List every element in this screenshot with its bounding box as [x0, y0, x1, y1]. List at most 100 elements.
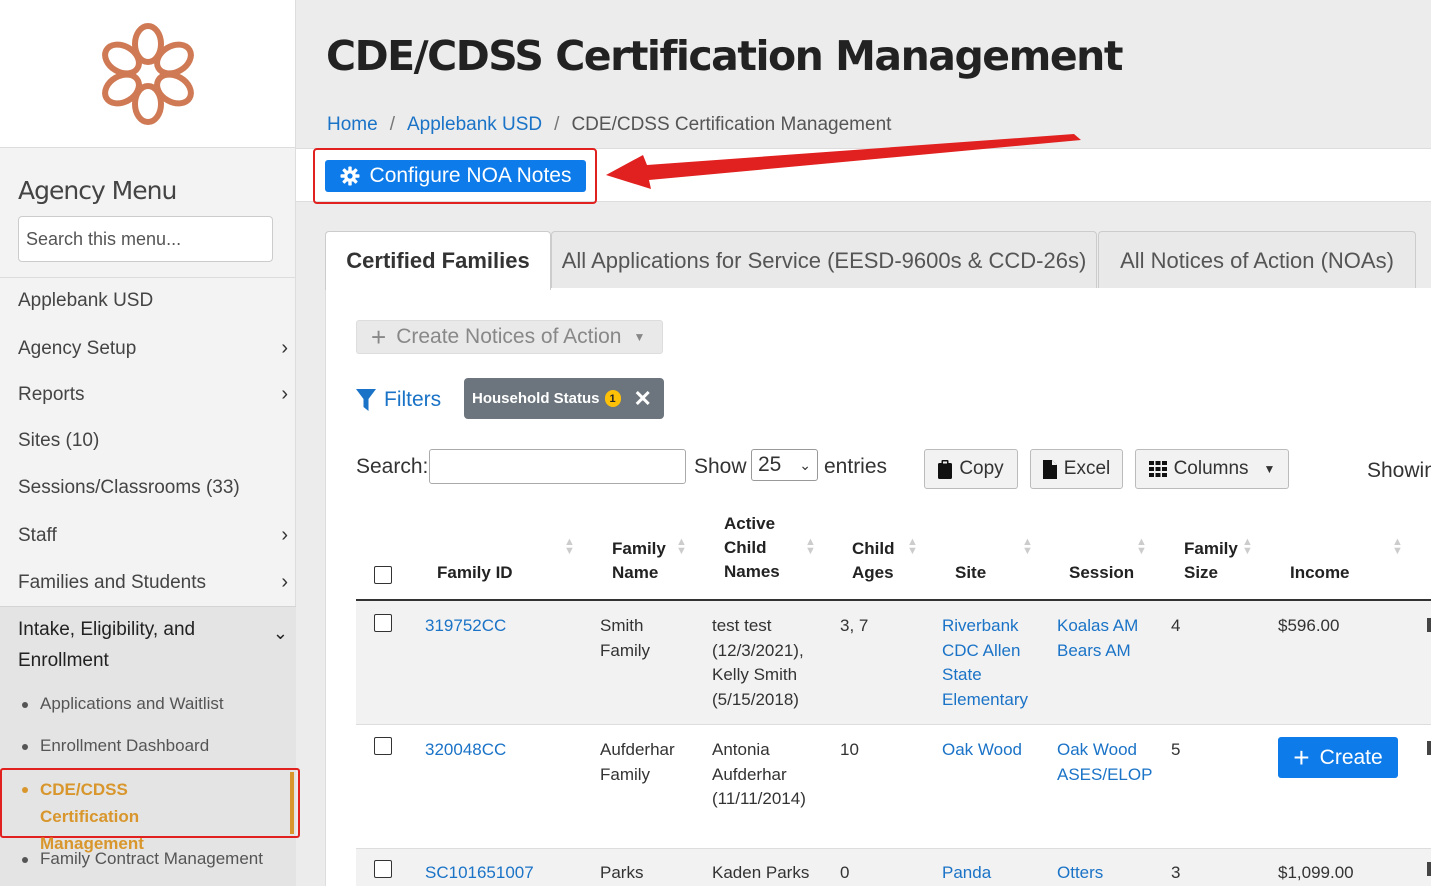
- tab-all-applications[interactable]: All Applications for Service (EESD-9600s…: [551, 231, 1097, 289]
- sidebar-item-label: Sites (10): [18, 430, 100, 451]
- grid-icon: [1148, 461, 1167, 477]
- household-status-filter-chip[interactable]: Household Status 1 ✕: [464, 378, 664, 419]
- column-header-family-size[interactable]: Family Size: [1184, 537, 1244, 585]
- sort-icon[interactable]: ▲ ▼: [907, 537, 918, 557]
- filter-chip-label: Household Status: [472, 390, 600, 407]
- column-header-child-names[interactable]: Active Child Names: [724, 512, 784, 584]
- sidebar-subitem-certification-management[interactable]: CDE/CDSS Certification Management: [22, 776, 230, 857]
- column-header-session[interactable]: Session: [1069, 561, 1134, 585]
- sidebar-item-agency-setup[interactable]: Agency Setup ›: [18, 337, 290, 360]
- sidebar-item-sessions[interactable]: Sessions/Classrooms (33): [18, 477, 290, 499]
- column-header-site[interactable]: Site: [955, 561, 986, 585]
- logo[interactable]: [0, 0, 295, 148]
- sidebar-item-staff[interactable]: Staff ›: [18, 524, 290, 547]
- sidebar-item-reports[interactable]: Reports ›: [18, 383, 290, 406]
- income: $596.00: [1278, 616, 1340, 635]
- site-link[interactable]: Riverbank CDC Allen State Elementary: [942, 614, 1042, 712]
- sidebar-subitem-applications[interactable]: Applications and Waitlist: [22, 694, 224, 714]
- create-noa-dropdown-button[interactable]: + Create Notices of Action ▼: [356, 320, 663, 354]
- sidebar-item-label: Reports: [18, 383, 85, 405]
- breadcrumb-home[interactable]: Home: [327, 114, 378, 136]
- sidebar-item-applebank-usd[interactable]: Applebank USD: [18, 290, 290, 312]
- table-search-input[interactable]: [429, 449, 686, 484]
- create-noa-label: Create Notices of Action: [396, 325, 622, 348]
- create-label: Create: [1319, 745, 1383, 769]
- agency-menu-title: Agency Menu: [18, 176, 177, 205]
- select-all-checkbox[interactable]: [374, 566, 392, 584]
- site-link[interactable]: Oak Wood: [942, 738, 1042, 763]
- main-content: CDE/CDSS Certification Management Home /…: [296, 0, 1431, 886]
- session-link[interactable]: Oak Wood ASES/ELOP: [1057, 738, 1157, 787]
- entries-select[interactable]: 25 ⌄: [751, 449, 818, 481]
- flower-logo-icon: [101, 22, 194, 125]
- filters-label: Filters: [384, 388, 442, 411]
- breadcrumb-agency[interactable]: Applebank USD: [407, 114, 542, 136]
- showing-info: Showing: [1367, 459, 1431, 482]
- row-overflow-indicator: [1427, 741, 1431, 755]
- session-link[interactable]: Otters: [1057, 861, 1103, 886]
- row-checkbox[interactable]: [374, 737, 392, 755]
- breadcrumb-separator: /: [389, 114, 395, 135]
- sort-icon[interactable]: ▲ ▼: [805, 537, 816, 557]
- sidebar-subitem-label: Enrollment Dashboard: [40, 736, 210, 755]
- sidebar-item-families-students[interactable]: Families and Students ›: [18, 571, 290, 594]
- chevron-down-icon: ⌄: [799, 456, 811, 473]
- excel-button[interactable]: Excel: [1030, 449, 1123, 489]
- sidebar-item-label: Families and Students: [18, 571, 206, 593]
- sort-icon[interactable]: ▲ ▼: [564, 537, 575, 557]
- row-overflow-indicator: [1427, 862, 1431, 876]
- caret-down-icon: ▼: [633, 330, 646, 344]
- bullet-icon: [22, 702, 28, 708]
- sort-icon[interactable]: ▲ ▼: [1392, 537, 1403, 557]
- active-indicator-bar: [290, 772, 294, 834]
- sidebar-item-label: Staff: [18, 524, 57, 546]
- menu-divider: [0, 277, 296, 278]
- caret-down-icon: ▼: [1263, 462, 1276, 476]
- filters-button[interactable]: Filters: [356, 388, 441, 412]
- table-row: [356, 601, 1431, 725]
- site-link[interactable]: Panda: [942, 861, 991, 886]
- family-size: 5: [1171, 740, 1181, 759]
- row-overflow-indicator: [1427, 618, 1431, 632]
- family-name: Smith Family: [600, 616, 651, 660]
- family-id-link[interactable]: 319752CC: [425, 614, 506, 639]
- sidebar-item-label: Agency Setup: [18, 337, 137, 359]
- annotation-highlight-box: [313, 148, 597, 204]
- sidebar-item-label: Intake, Eligibility, and Enrollment: [18, 619, 196, 671]
- family-size: 3: [1171, 863, 1181, 882]
- child-names: test test (12/3/2021), Kelly Smith (5/15…: [712, 616, 804, 709]
- family-id-link[interactable]: SC101651007: [425, 861, 534, 886]
- child-ages: 3, 7: [840, 616, 869, 635]
- column-header-family-name[interactable]: Family Name: [612, 537, 672, 585]
- sidebar-subitem-label: Applications and Waitlist: [40, 694, 224, 713]
- sidebar-item-sites[interactable]: Sites (10): [18, 430, 290, 452]
- row-checkbox[interactable]: [374, 860, 392, 878]
- copy-label: Copy: [959, 458, 1004, 479]
- sort-icon[interactable]: ▲ ▼: [1136, 537, 1147, 557]
- menu-search-input[interactable]: [18, 216, 273, 262]
- family-name: Parks: [600, 863, 644, 882]
- child-names: Antonia Aufderhar (11/11/2014): [712, 740, 806, 808]
- copy-button[interactable]: Copy: [924, 449, 1018, 489]
- columns-button[interactable]: Columns ▼: [1135, 449, 1289, 489]
- family-id-link[interactable]: 320048CC: [425, 738, 506, 763]
- close-icon[interactable]: ✕: [634, 386, 652, 412]
- table-row: [356, 725, 1431, 849]
- sidebar-subitem-enrollment-dashboard[interactable]: Enrollment Dashboard: [22, 736, 209, 756]
- sort-icon[interactable]: ▲ ▼: [1242, 537, 1253, 557]
- sort-icon[interactable]: ▲ ▼: [676, 537, 687, 557]
- tab-all-noas[interactable]: All Notices of Action (NOAs): [1098, 231, 1416, 289]
- create-noa-row-button[interactable]: + Create: [1278, 737, 1398, 778]
- column-header-family-id[interactable]: Family ID: [437, 561, 513, 585]
- sidebar-item-intake[interactable]: Intake, Eligibility, and Enrollment ⌄: [18, 614, 290, 676]
- sort-icon[interactable]: ▲ ▼: [1022, 537, 1033, 557]
- columns-label: Columns: [1173, 458, 1249, 479]
- session-link[interactable]: Koalas AM Bears AM: [1057, 614, 1157, 663]
- column-header-child-ages[interactable]: Child Ages: [852, 537, 902, 585]
- sidebar-subitem-family-contract[interactable]: Family Contract Management: [22, 849, 263, 869]
- row-checkbox[interactable]: [374, 614, 392, 632]
- column-header-income[interactable]: Income: [1290, 561, 1350, 585]
- sidebar-subitem-label: Family Contract Management: [40, 849, 263, 868]
- tab-certified-families[interactable]: Certified Families: [325, 231, 551, 290]
- chevron-right-icon: ›: [281, 383, 288, 405]
